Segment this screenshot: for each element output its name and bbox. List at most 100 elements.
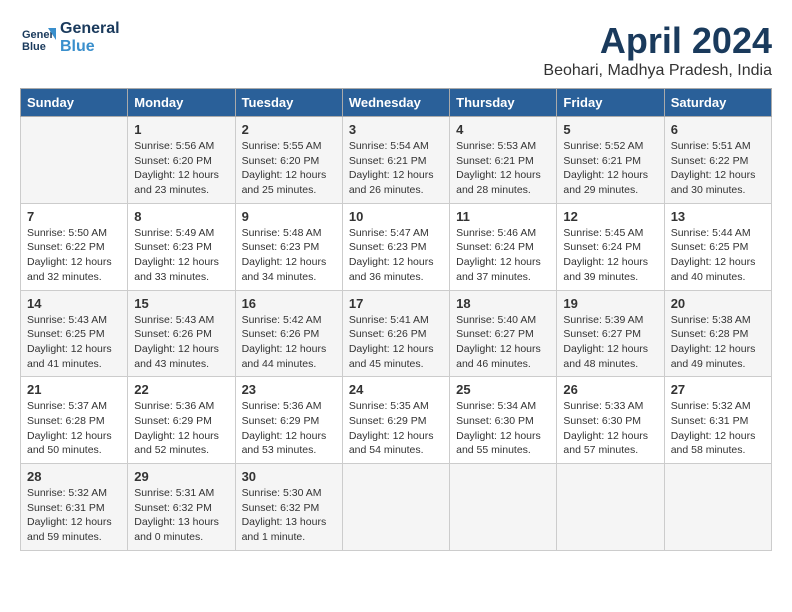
day-number: 23 (242, 382, 336, 397)
table-row: 20 Sunrise: 5:38 AM Sunset: 6:28 PM Dayli… (664, 290, 771, 377)
table-row (342, 464, 449, 551)
title-area: April 2024 Beohari, Madhya Pradesh, Indi… (543, 20, 772, 80)
table-row: 2 Sunrise: 5:55 AM Sunset: 6:20 PM Daylig… (235, 117, 342, 204)
table-row: 18 Sunrise: 5:40 AM Sunset: 6:27 PM Dayli… (450, 290, 557, 377)
logo: General Blue General Blue (20, 20, 120, 56)
header-cell-thursday: Thursday (450, 89, 557, 117)
day-info: Sunrise: 5:46 AM Sunset: 6:24 PM Dayligh… (456, 226, 550, 285)
day-info: Sunrise: 5:53 AM Sunset: 6:21 PM Dayligh… (456, 139, 550, 198)
day-number: 24 (349, 382, 443, 397)
header-cell-sunday: Sunday (21, 89, 128, 117)
table-row: 25 Sunrise: 5:34 AM Sunset: 6:30 PM Dayli… (450, 377, 557, 464)
table-row: 8 Sunrise: 5:49 AM Sunset: 6:23 PM Daylig… (128, 203, 235, 290)
location-title: Beohari, Madhya Pradesh, India (543, 62, 772, 80)
table-row (664, 464, 771, 551)
table-row: 29Sunrise: 5:31 AM Sunset: 6:32 PM Dayli… (128, 464, 235, 551)
day-info: Sunrise: 5:49 AM Sunset: 6:23 PM Dayligh… (134, 226, 228, 285)
day-number: 10 (349, 209, 443, 224)
table-row: 23 Sunrise: 5:36 AM Sunset: 6:29 PM Dayli… (235, 377, 342, 464)
day-info: Sunrise: 5:33 AM Sunset: 6:30 PM Dayligh… (563, 399, 657, 458)
day-number: 3 (349, 122, 443, 137)
day-info: Sunrise: 5:36 AM Sunset: 6:29 PM Dayligh… (242, 399, 336, 458)
day-info: Sunrise: 5:52 AM Sunset: 6:21 PM Dayligh… (563, 139, 657, 198)
day-number: 20 (671, 296, 765, 311)
day-number: 6 (671, 122, 765, 137)
table-row (557, 464, 664, 551)
table-row: 13 Sunrise: 5:44 AM Sunset: 6:25 PM Dayli… (664, 203, 771, 290)
svg-text:Blue: Blue (22, 41, 46, 53)
day-number: 8 (134, 209, 228, 224)
table-row: 12Sunrise: 5:45 AM Sunset: 6:24 PM Dayli… (557, 203, 664, 290)
table-row: 14 Sunrise: 5:43 AM Sunset: 6:25 PM Dayli… (21, 290, 128, 377)
month-title: April 2024 (543, 20, 772, 62)
week-row: 28 Sunrise: 5:32 AM Sunset: 6:31 PM Dayli… (21, 464, 772, 551)
header-cell-monday: Monday (128, 89, 235, 117)
day-number: 27 (671, 382, 765, 397)
day-number: 1 (134, 122, 228, 137)
table-row: 9 Sunrise: 5:48 AM Sunset: 6:23 PM Daylig… (235, 203, 342, 290)
day-info: Sunrise: 5:48 AM Sunset: 6:23 PM Dayligh… (242, 226, 336, 285)
day-number: 26 (563, 382, 657, 397)
day-number: 22 (134, 382, 228, 397)
table-row: 10 Sunrise: 5:47 AM Sunset: 6:23 PM Dayli… (342, 203, 449, 290)
table-row: 15 Sunrise: 5:43 AM Sunset: 6:26 PM Dayli… (128, 290, 235, 377)
day-number: 25 (456, 382, 550, 397)
day-number: 30 (242, 469, 336, 484)
day-number: 11 (456, 209, 550, 224)
day-info: Sunrise: 5:44 AM Sunset: 6:25 PM Dayligh… (671, 226, 765, 285)
day-number: 9 (242, 209, 336, 224)
day-number: 18 (456, 296, 550, 311)
header-cell-tuesday: Tuesday (235, 89, 342, 117)
day-number: 13 (671, 209, 765, 224)
day-info: Sunrise: 5:47 AM Sunset: 6:23 PM Dayligh… (349, 226, 443, 285)
table-row: 16Sunrise: 5:42 AM Sunset: 6:26 PM Dayli… (235, 290, 342, 377)
table-row: 5 Sunrise: 5:52 AM Sunset: 6:21 PM Daylig… (557, 117, 664, 204)
day-info: Sunrise: 5:56 AM Sunset: 6:20 PM Dayligh… (134, 139, 228, 198)
day-info: Sunrise: 5:38 AM Sunset: 6:28 PM Dayligh… (671, 313, 765, 372)
day-info: Sunrise: 5:34 AM Sunset: 6:30 PM Dayligh… (456, 399, 550, 458)
day-info: Sunrise: 5:37 AM Sunset: 6:28 PM Dayligh… (27, 399, 121, 458)
header-cell-saturday: Saturday (664, 89, 771, 117)
day-number: 15 (134, 296, 228, 311)
day-number: 21 (27, 382, 121, 397)
day-info: Sunrise: 5:43 AM Sunset: 6:26 PM Dayligh… (134, 313, 228, 372)
day-info: Sunrise: 5:45 AM Sunset: 6:24 PM Dayligh… (563, 226, 657, 285)
week-row: 14 Sunrise: 5:43 AM Sunset: 6:25 PM Dayli… (21, 290, 772, 377)
table-row: 27 Sunrise: 5:32 AM Sunset: 6:31 PM Dayli… (664, 377, 771, 464)
table-row: 30 Sunrise: 5:30 AM Sunset: 6:32 PM Dayli… (235, 464, 342, 551)
table-row: 17 Sunrise: 5:41 AM Sunset: 6:26 PM Dayli… (342, 290, 449, 377)
table-row: 22 Sunrise: 5:36 AM Sunset: 6:29 PM Dayli… (128, 377, 235, 464)
table-row: 26 Sunrise: 5:33 AM Sunset: 6:30 PM Dayli… (557, 377, 664, 464)
calendar-body: 1 Sunrise: 5:56 AM Sunset: 6:20 PM Daylig… (21, 117, 772, 551)
header-cell-wednesday: Wednesday (342, 89, 449, 117)
week-row: 1 Sunrise: 5:56 AM Sunset: 6:20 PM Daylig… (21, 117, 772, 204)
day-info: Sunrise: 5:32 AM Sunset: 6:31 PM Dayligh… (671, 399, 765, 458)
day-info: Sunrise: 5:30 AM Sunset: 6:32 PM Dayligh… (242, 486, 336, 545)
day-number: 7 (27, 209, 121, 224)
day-number: 4 (456, 122, 550, 137)
day-number: 28 (27, 469, 121, 484)
day-info: Sunrise: 5:40 AM Sunset: 6:27 PM Dayligh… (456, 313, 550, 372)
logo-icon: General Blue (20, 20, 56, 56)
day-info: Sunrise: 5:39 AM Sunset: 6:27 PM Dayligh… (563, 313, 657, 372)
day-number: 29 (134, 469, 228, 484)
day-info: Sunrise: 5:43 AM Sunset: 6:25 PM Dayligh… (27, 313, 121, 372)
table-row: 24Sunrise: 5:35 AM Sunset: 6:29 PM Dayli… (342, 377, 449, 464)
day-number: 19 (563, 296, 657, 311)
day-info: Sunrise: 5:41 AM Sunset: 6:26 PM Dayligh… (349, 313, 443, 372)
day-number: 17 (349, 296, 443, 311)
day-info: Sunrise: 5:54 AM Sunset: 6:21 PM Dayligh… (349, 139, 443, 198)
day-number: 5 (563, 122, 657, 137)
day-number: 2 (242, 122, 336, 137)
logo-text: General Blue (60, 20, 120, 55)
day-info: Sunrise: 5:55 AM Sunset: 6:20 PM Dayligh… (242, 139, 336, 198)
table-row (450, 464, 557, 551)
day-number: 14 (27, 296, 121, 311)
day-info: Sunrise: 5:32 AM Sunset: 6:31 PM Dayligh… (27, 486, 121, 545)
table-row: 4 Sunrise: 5:53 AM Sunset: 6:21 PM Daylig… (450, 117, 557, 204)
table-row: 3 Sunrise: 5:54 AM Sunset: 6:21 PM Daylig… (342, 117, 449, 204)
table-row: 11 Sunrise: 5:46 AM Sunset: 6:24 PM Dayli… (450, 203, 557, 290)
calendar-header: SundayMondayTuesdayWednesdayThursdayFrid… (21, 89, 772, 117)
day-info: Sunrise: 5:36 AM Sunset: 6:29 PM Dayligh… (134, 399, 228, 458)
day-number: 16 (242, 296, 336, 311)
